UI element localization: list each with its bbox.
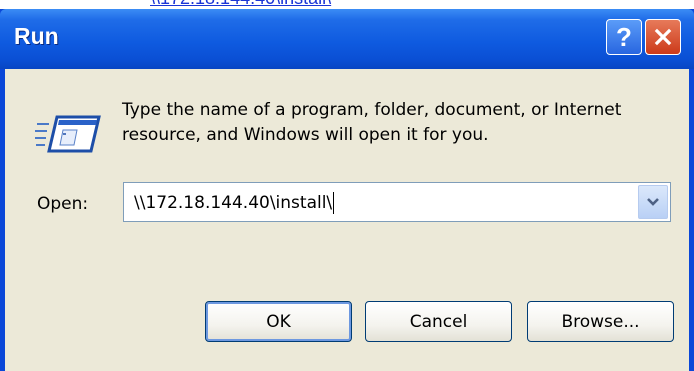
open-combobox[interactable]: \\172.18.144.40\install\	[123, 182, 671, 222]
dialog-description: Type the name of a program, folder, docu…	[122, 100, 622, 145]
close-button[interactable]	[645, 19, 681, 55]
background-link[interactable]: \\172.18.144.40\install\	[150, 0, 331, 9]
chevron-down-icon	[647, 198, 659, 206]
ok-button[interactable]: OK	[205, 301, 352, 342]
open-input[interactable]: \\172.18.144.40\install\	[134, 192, 335, 214]
browse-button[interactable]: Browse...	[527, 301, 674, 342]
dialog-title: Run	[14, 23, 59, 49]
run-program-icon	[35, 115, 101, 153]
help-button[interactable]: ?	[606, 19, 642, 55]
run-dialog: Run ? Type the name of a program, folder…	[0, 9, 694, 371]
dialog-body: Type the name of a program, folder, docu…	[5, 69, 689, 371]
cancel-button[interactable]: Cancel	[365, 301, 512, 342]
help-icon: ?	[616, 22, 632, 52]
title-bar[interactable]: Run ?	[0, 9, 694, 69]
open-dropdown-button[interactable]	[638, 185, 668, 219]
close-icon	[654, 28, 672, 46]
open-label: Open:	[37, 194, 89, 214]
